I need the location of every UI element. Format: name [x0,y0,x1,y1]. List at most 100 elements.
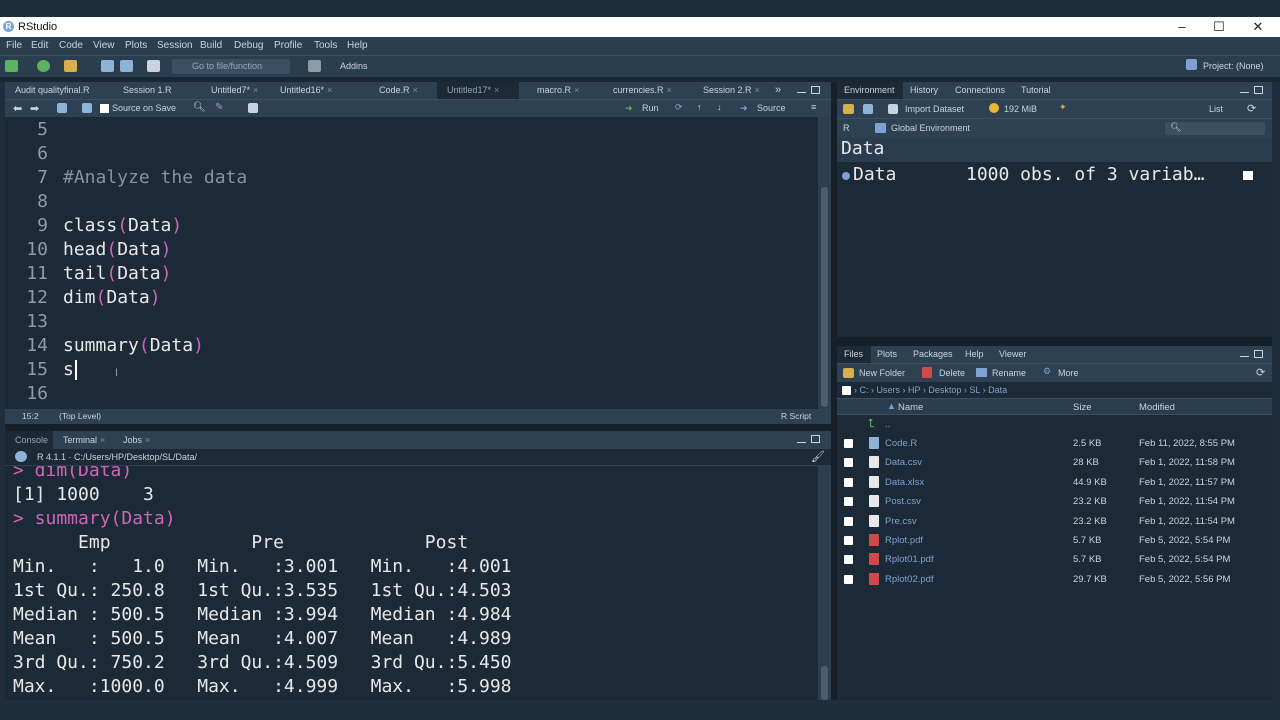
tab-session-1[interactable]: Session 1.R [113,82,172,99]
clear-console-icon[interactable]: 🖌︎ [811,450,825,463]
run-icon[interactable]: ➜ [625,103,633,114]
tab-viewer[interactable]: Viewer [992,346,1026,363]
console-scrollbar[interactable] [818,466,831,700]
compile-report-icon[interactable] [248,103,258,113]
project-menu[interactable]: Project: (None) [1203,61,1264,71]
file-checkbox[interactable] [844,497,853,507]
refresh-icon[interactable]: ⟳ [1256,366,1265,379]
file-row[interactable]: Post.csv 23.2 KB Feb 1, 2022, 11:54 PM [837,492,1272,511]
source-button[interactable]: Source [757,103,786,113]
tab-help[interactable]: Help [958,346,984,363]
col-modified[interactable]: Modified [1139,402,1175,413]
file-name[interactable]: Data.csv [885,457,922,468]
file-row[interactable]: Rplot02.pdf 29.7 KB Feb 5, 2022, 5:56 PM [837,570,1272,589]
pane-splitter[interactable] [5,424,831,431]
scroll-thumb[interactable] [821,187,828,407]
import-dataset-button[interactable]: Import Dataset [905,104,964,114]
file-checkbox[interactable] [844,477,853,487]
tab-connections[interactable]: Connections [948,82,1005,99]
tab-untitled16[interactable]: Untitled16* × [270,82,332,99]
code-editor[interactable]: 5 6 7 #Analyze the data 8 9 class(Data) 10 head(… [5,117,831,409]
maximize-pane-icon[interactable] [1254,350,1263,358]
file-row[interactable]: Rplot.pdf 5.7 KB Feb 5, 2022, 5:54 PM [837,531,1272,550]
console-output[interactable]: > dim(Data) [1] 1000 3 > summary(Data) Emp… [5,466,831,700]
file-checkbox[interactable] [844,439,853,448]
environment-search-input[interactable]: 🔍︎ [1165,122,1265,135]
rename-button[interactable]: Rename [992,368,1026,378]
col-name[interactable]: Name [898,402,923,413]
file-row[interactable]: Code.R 2.5 KB Feb 11, 2022, 8:55 PM [837,434,1272,453]
menu-profile[interactable]: Profile [274,40,302,51]
home-icon[interactable] [842,386,851,395]
load-workspace-icon[interactable] [843,104,854,114]
rerun-icon[interactable]: ⟳ [675,102,683,113]
file-checkbox[interactable] [844,516,853,526]
new-folder-button[interactable]: New Folder [859,368,905,378]
forward-arrow-icon[interactable]: ➡ [30,102,39,115]
tab-packages[interactable]: Packages [906,346,953,363]
minimize-pane-icon[interactable] [797,442,806,443]
menu-help[interactable]: Help [347,40,368,51]
file-name[interactable]: Rplot.pdf [885,535,923,546]
close-tab-icon[interactable]: × [494,85,499,95]
tab-history[interactable]: History [903,82,938,99]
import-dataset-icon[interactable] [888,104,898,114]
close-tab-icon[interactable]: × [413,85,418,95]
maximize-pane-icon[interactable] [1254,86,1263,94]
up-arrow-icon[interactable]: ↑ [697,102,702,112]
menu-edit[interactable]: Edit [31,40,48,51]
more-tabs-icon[interactable]: » [775,84,781,96]
menu-code[interactable]: Code [59,40,83,51]
file-type-indicator[interactable]: R Script [781,411,811,421]
tab-audit-qualityfinal[interactable]: Audit qualityfinal.R [5,82,90,99]
rename-icon[interactable] [976,368,987,377]
broom-icon[interactable]: ✦ [1059,102,1067,113]
run-button[interactable]: Run [642,103,659,113]
file-name[interactable]: Post.csv [885,496,921,507]
tab-environment[interactable]: Environment [837,82,903,99]
file-name[interactable]: Code.R [885,438,917,449]
outline-icon[interactable]: ≡ [811,102,816,112]
scroll-thumb[interactable] [821,666,828,700]
minimize-pane-icon[interactable] [1240,356,1249,357]
close-button[interactable]: ✕ [1248,19,1268,35]
file-row[interactable]: Rplot01.pdf 5.7 KB Feb 5, 2022, 5:54 PM [837,550,1272,569]
maximize-button[interactable]: ☐ [1209,19,1229,35]
print-icon[interactable] [147,60,160,72]
show-in-window-icon[interactable] [57,103,67,113]
file-row[interactable]: Data.xlsx 44.9 KB Feb 1, 2022, 11:57 PM [837,473,1272,492]
wand-icon[interactable]: ✎ [215,102,223,113]
scope-select[interactable]: Global Environment [891,123,970,133]
tab-currencies[interactable]: currencies.R × [603,82,672,99]
tab-jobs[interactable]: Jobs × [113,431,150,449]
language-select[interactable]: R [843,123,850,133]
menu-tools[interactable]: Tools [314,40,337,51]
env-variable-row[interactable]: Data 1000 obs. of 3 variab… [837,163,1272,187]
delete-icon[interactable] [922,367,932,378]
minimize-button[interactable]: – [1172,19,1192,35]
tab-code[interactable]: Code.R × [369,82,418,99]
minimize-pane-icon[interactable] [797,92,806,93]
close-tab-icon[interactable]: × [667,85,672,95]
expand-icon[interactable] [842,172,850,180]
tab-terminal[interactable]: Terminal × [53,431,105,449]
new-project-icon[interactable] [37,60,50,72]
file-row[interactable]: Pre.csv 23.2 KB Feb 1, 2022, 11:54 PM [837,512,1272,531]
scope-indicator[interactable]: (Top Level) [59,411,101,421]
source-icon[interactable]: ➜ [740,103,748,114]
close-tab-icon[interactable]: × [574,85,579,95]
go-to-file-input[interactable]: Go to file/function [172,59,290,74]
back-arrow-icon[interactable]: ⬅ [13,102,22,115]
source-on-save-checkbox[interactable] [100,104,109,113]
file-checkbox[interactable] [844,574,853,584]
menu-session[interactable]: Session [157,40,193,51]
view-data-icon[interactable] [1243,171,1253,180]
file-checkbox[interactable] [844,458,853,468]
tab-untitled17[interactable]: Untitled17* × [437,82,519,99]
addins-menu[interactable]: Addins [340,61,368,71]
menu-view[interactable]: View [93,40,115,51]
pane-splitter[interactable] [837,337,1272,346]
console-path[interactable]: R 4.1.1 · C:/Users/HP/Desktop/SL/Data/ [37,452,197,462]
file-name[interactable]: Rplot02.pdf [885,574,934,585]
tab-files[interactable]: Files [837,346,871,363]
